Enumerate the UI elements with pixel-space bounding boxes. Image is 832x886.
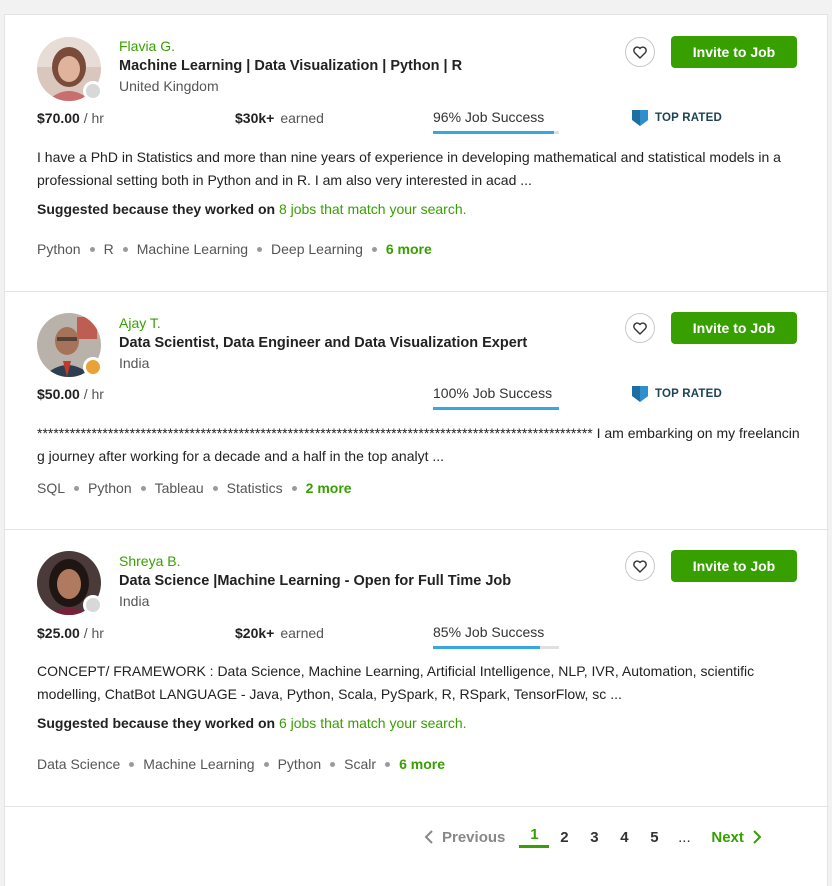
skill-tag[interactable]: SQL	[37, 480, 65, 496]
earned-value: $30k+	[235, 110, 275, 126]
status-indicator	[83, 357, 103, 377]
invite-to-job-button[interactable]: Invite to Job	[671, 550, 797, 582]
freelancer-title: Data Science |Machine Learning - Open fo…	[119, 573, 512, 589]
more-skills-link[interactable]: 6 more	[386, 241, 432, 257]
top-rated-badge: TOP RATED	[631, 109, 722, 127]
rate-unit: / hr	[83, 625, 104, 641]
skill-tag[interactable]: Data Science	[37, 756, 120, 772]
more-skills-link[interactable]: 2 more	[306, 480, 352, 496]
skill-tag[interactable]: R	[104, 241, 114, 257]
heart-icon	[633, 45, 647, 59]
skill-tag[interactable]: Tableau	[155, 480, 204, 496]
freelancer-country: India	[119, 593, 150, 609]
pagination: Previous 1 2 3 4 5 ... Next	[424, 826, 762, 848]
total-earned: $30k+ earned	[235, 110, 324, 126]
freelancer-results-panel: Flavia G. Machine Learning | Data Visual…	[4, 14, 829, 886]
job-success-bar	[433, 646, 559, 649]
rate-value: $50.00	[37, 386, 80, 402]
save-favorite-button[interactable]	[625, 313, 655, 343]
job-success-bar	[433, 407, 559, 410]
earned-label: earned	[280, 110, 324, 126]
job-success-score: 96% Job Success	[433, 109, 545, 125]
pagination-ellipsis: ...	[678, 828, 691, 846]
more-skills-link[interactable]: 6 more	[399, 756, 445, 772]
hourly-rate: $70.00 / hr	[37, 110, 104, 126]
previous-label: Previous	[442, 828, 506, 846]
freelancer-description: CONCEPT/ FRAMEWORK : Data Science, Machi…	[37, 663, 755, 702]
heart-icon	[633, 321, 647, 335]
page-5[interactable]: 5	[639, 829, 669, 846]
skills-list: SQL Python Tableau Statistics 2 more	[37, 480, 352, 496]
job-success-score: 100% Job Success	[433, 385, 553, 401]
freelancer-name[interactable]: Ajay T.	[119, 315, 161, 331]
freelancer-name[interactable]: Shreya B.	[119, 553, 180, 569]
freelancer-country: United Kingdom	[119, 78, 219, 94]
skill-tag[interactable]: Python	[88, 480, 132, 496]
skills-list: Python R Machine Learning Deep Learning …	[37, 241, 432, 257]
skills-list: Data Science Machine Learning Python Sca…	[37, 756, 445, 772]
suggestion-reason: Suggested because they worked on 6 jobs …	[37, 715, 467, 731]
rate-value: $25.00	[37, 625, 80, 641]
previous-page-button[interactable]: Previous	[424, 829, 505, 846]
freelancer-country: India	[119, 355, 150, 371]
skill-tag[interactable]: Deep Learning	[271, 241, 363, 257]
job-success-fill	[433, 407, 559, 410]
top-rated-badge-icon	[632, 386, 648, 402]
page-1[interactable]: 1	[519, 826, 550, 848]
skill-tag[interactable]: Python	[37, 241, 81, 257]
next-page-button[interactable]: Next	[711, 829, 762, 846]
next-label: Next	[711, 828, 744, 846]
rate-unit: / hr	[83, 110, 104, 126]
top-rated-badge: TOP RATED	[631, 385, 722, 403]
skill-tag[interactable]: Machine Learning	[137, 241, 248, 257]
save-favorite-button[interactable]	[625, 551, 655, 581]
page-2[interactable]: 2	[549, 829, 579, 846]
suggestion-text: Suggested because they worked on	[37, 201, 276, 217]
suggestion-text: Suggested because they worked on	[37, 715, 276, 731]
hourly-rate: $50.00 / hr	[37, 386, 104, 402]
top-rated-badge-icon	[632, 110, 648, 126]
freelancer-title: Machine Learning | Data Visualization | …	[119, 58, 463, 74]
skill-tag[interactable]: Python	[278, 756, 322, 772]
freelancer-card-shreya[interactable]: Shreya B. Data Science |Machine Learning…	[5, 530, 829, 807]
top-rated-label: TOP RATED	[655, 112, 722, 124]
save-favorite-button[interactable]	[625, 37, 655, 67]
hourly-rate: $25.00 / hr	[37, 625, 104, 641]
earned-label: earned	[280, 625, 324, 641]
job-success-fill	[433, 131, 554, 134]
chevron-left-icon	[424, 830, 433, 844]
earned-value: $20k+	[235, 625, 275, 641]
freelancer-description: I have a PhD in Statistics and more than…	[37, 149, 781, 188]
job-success-bar	[433, 131, 559, 134]
rate-unit: / hr	[83, 386, 104, 402]
total-earned: $20k+ earned	[235, 625, 324, 641]
page-3[interactable]: 3	[579, 829, 609, 846]
skill-tag[interactable]: Machine Learning	[143, 756, 254, 772]
freelancer-title: Data Scientist, Data Engineer and Data V…	[119, 335, 528, 351]
skill-tag[interactable]: Scalr	[344, 756, 376, 772]
page-4[interactable]: 4	[609, 829, 639, 846]
skill-tag[interactable]: Statistics	[227, 480, 283, 496]
matching-jobs-link[interactable]: 6 jobs that match your search.	[279, 715, 467, 731]
freelancer-description: ****************************************…	[37, 425, 800, 464]
job-success-fill	[433, 646, 541, 649]
top-rated-label: TOP RATED	[655, 388, 722, 400]
freelancer-name[interactable]: Flavia G.	[119, 38, 175, 54]
matching-jobs-link[interactable]: 8 jobs that match your search.	[279, 201, 467, 217]
invite-to-job-button[interactable]: Invite to Job	[671, 36, 797, 68]
rate-value: $70.00	[37, 110, 80, 126]
job-success-score: 85% Job Success	[433, 624, 545, 640]
freelancer-card-ajay[interactable]: Ajay T. Data Scientist, Data Engineer an…	[5, 292, 829, 530]
status-indicator	[83, 81, 103, 101]
status-indicator	[83, 595, 103, 615]
chevron-right-icon	[753, 830, 762, 844]
invite-to-job-button[interactable]: Invite to Job	[671, 312, 797, 344]
freelancer-card-flavia[interactable]: Flavia G. Machine Learning | Data Visual…	[5, 15, 829, 292]
suggestion-reason: Suggested because they worked on 8 jobs …	[37, 201, 467, 217]
heart-icon	[633, 559, 647, 573]
